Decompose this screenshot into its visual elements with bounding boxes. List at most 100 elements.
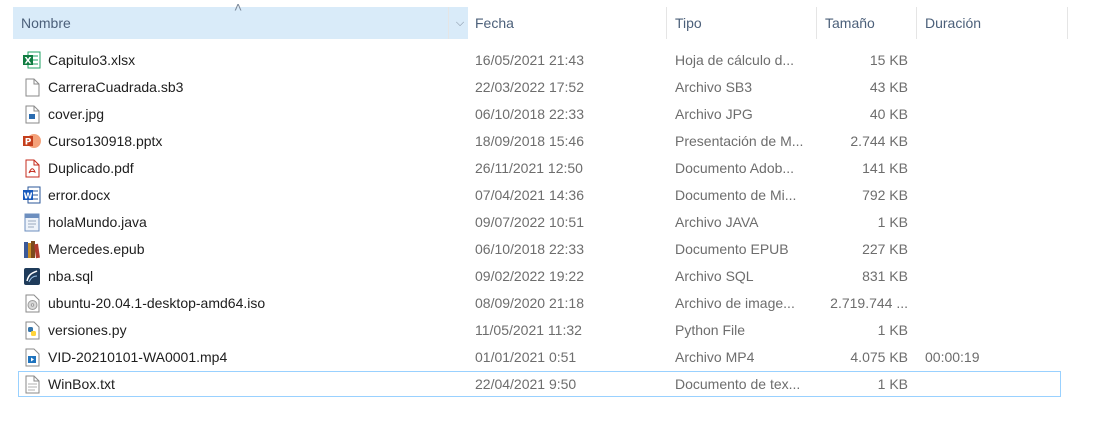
file-type: Archivo JAVA bbox=[675, 214, 759, 230]
file-row[interactable]: cover.jpg 06/10/2018 22:33 Archivo JPG 40 K… bbox=[0, 101, 1111, 128]
file-size: 43 KB bbox=[869, 79, 908, 95]
file-date: 16/05/2021 21:43 bbox=[475, 52, 584, 68]
file-duration bbox=[925, 371, 1055, 398]
file-duration bbox=[925, 128, 1055, 155]
file-list: X Capitulo3.xlsx 16/05/2021 21:43 Hoja de c… bbox=[0, 47, 1111, 398]
column-header-date-label: Fecha bbox=[475, 15, 514, 31]
file-duration bbox=[925, 290, 1055, 317]
file-row[interactable]: CarreraCuadrada.sb3 22/03/2022 17:52 Archi… bbox=[0, 74, 1111, 101]
file-type: Archivo MP4 bbox=[675, 349, 755, 365]
file-duration bbox=[925, 236, 1055, 263]
video-file-icon bbox=[23, 348, 41, 367]
file-date: 22/04/2021 9:50 bbox=[475, 376, 577, 392]
file-date: 09/07/2022 10:51 bbox=[475, 214, 584, 230]
file-type: Archivo JPG bbox=[675, 106, 753, 122]
file-size: 2.744 KB bbox=[850, 133, 908, 149]
file-explorer-details-view: Nombre ˄ ⌵ Fecha Tipo Tamaño Duración XC… bbox=[0, 0, 1111, 424]
file-name: CarreraCuadrada.sb3 bbox=[48, 79, 184, 95]
file-name: VID-20210101-WA0001.mp4 bbox=[48, 349, 228, 365]
file-row[interactable]: versiones.py 11/05/2021 11:32 Python File 1… bbox=[0, 317, 1111, 344]
file-duration bbox=[925, 74, 1055, 101]
python-file-icon bbox=[23, 321, 41, 340]
text-file-icon bbox=[23, 375, 41, 394]
file-type: Documento Adob... bbox=[675, 160, 795, 176]
sql-file-icon bbox=[23, 267, 41, 286]
word-file-icon: W bbox=[23, 186, 41, 205]
column-header-name-label: Nombre bbox=[21, 15, 71, 31]
file-size: 4.075 KB bbox=[850, 349, 908, 365]
svg-text:X: X bbox=[25, 57, 32, 67]
file-type: Presentación de M... bbox=[675, 133, 804, 149]
file-type: Archivo SQL bbox=[675, 268, 754, 284]
svg-text:W: W bbox=[24, 192, 33, 201]
file-type: Documento EPUB bbox=[675, 241, 789, 257]
file-name: Duplicado.pdf bbox=[48, 160, 134, 176]
file-type: Documento de tex... bbox=[675, 376, 801, 392]
file-name: Mercedes.epub bbox=[48, 241, 145, 257]
column-header-type[interactable]: Tipo bbox=[667, 7, 817, 39]
file-row[interactable]: WinBox.txt 22/04/2021 9:50 Documento de te… bbox=[0, 371, 1111, 398]
file-size: 792 KB bbox=[862, 187, 908, 203]
file-size: 40 KB bbox=[869, 106, 908, 122]
file-size: 2.719.744 ... bbox=[830, 295, 908, 311]
file-row[interactable]: ubuntu-20.04.1-desktop-amd64.iso 08/09/20… bbox=[0, 290, 1111, 317]
file-type: Archivo SB3 bbox=[675, 79, 753, 95]
file-duration bbox=[925, 101, 1055, 128]
column-header-bar: Nombre ˄ ⌵ Fecha Tipo Tamaño Duración bbox=[0, 0, 1068, 39]
column-header-date[interactable]: Fecha bbox=[467, 7, 667, 39]
pdf-file-icon bbox=[23, 159, 41, 178]
excel-file-icon: X bbox=[23, 51, 41, 70]
column-header-type-label: Tipo bbox=[675, 15, 702, 31]
file-duration bbox=[925, 263, 1055, 290]
column-header-name[interactable]: Nombre ˄ ⌵ bbox=[13, 0, 468, 39]
column-header-size[interactable]: Tamaño bbox=[817, 7, 917, 39]
file-size: 141 KB bbox=[862, 160, 908, 176]
file-size: 1 KB bbox=[877, 322, 908, 338]
file-duration bbox=[925, 47, 1055, 74]
file-row[interactable]: nba.sql 09/02/2022 19:22 Archivo SQL 831 KB bbox=[0, 263, 1111, 290]
epub-file-icon bbox=[23, 240, 41, 259]
file-size: 227 KB bbox=[862, 241, 908, 257]
file-name: Capitulo3.xlsx bbox=[48, 52, 136, 68]
file-row[interactable]: VID-20210101-WA0001.mp4 01/01/2021 0:51 Ar… bbox=[0, 344, 1111, 371]
file-date: 06/10/2018 22:33 bbox=[475, 241, 584, 257]
file-name: WinBox.txt bbox=[48, 376, 115, 392]
file-size: 1 KB bbox=[877, 376, 908, 392]
file-type: Documento de Mi... bbox=[675, 187, 797, 203]
column-header-size-label: Tamaño bbox=[825, 15, 875, 31]
file-name: ubuntu-20.04.1-desktop-amd64.iso bbox=[48, 295, 266, 311]
generic-file-icon bbox=[23, 78, 41, 97]
file-row[interactable]: Mercedes.epub 06/10/2018 22:33 Documento E… bbox=[0, 236, 1111, 263]
file-row[interactable]: Duplicado.pdf 26/11/2021 12:50 Documento A… bbox=[0, 155, 1111, 182]
image-file-icon bbox=[23, 105, 41, 124]
file-name: error.docx bbox=[48, 187, 111, 203]
file-date: 08/09/2020 21:18 bbox=[475, 295, 584, 311]
file-size: 1 KB bbox=[877, 214, 908, 230]
file-name: nba.sql bbox=[48, 268, 94, 284]
file-date: 07/04/2021 14:36 bbox=[475, 187, 584, 203]
file-name: versiones.py bbox=[48, 322, 127, 338]
file-row[interactable]: Werror.docx 07/04/2021 14:36 Documento de … bbox=[0, 182, 1111, 209]
powerpoint-file-icon: P bbox=[23, 132, 41, 151]
file-date: 22/03/2022 17:52 bbox=[475, 79, 584, 95]
file-duration bbox=[925, 209, 1055, 236]
file-date: 01/01/2021 0:51 bbox=[475, 349, 577, 365]
file-duration bbox=[925, 182, 1055, 209]
file-row[interactable]: P Curso130918.pptx 18/09/2018 15:46 Present… bbox=[0, 128, 1111, 155]
file-name: Curso130918.pptx bbox=[48, 133, 163, 149]
file-date: 18/09/2018 15:46 bbox=[475, 133, 584, 149]
java-file-icon bbox=[23, 213, 41, 232]
column-header-duration[interactable]: Duración bbox=[917, 7, 1068, 39]
file-type: Hoja de cálculo d... bbox=[675, 52, 795, 68]
file-duration: 00:00:19 bbox=[925, 349, 980, 365]
chevron-down-icon[interactable]: ⌵ bbox=[453, 7, 467, 39]
file-duration bbox=[925, 155, 1055, 182]
file-date: 11/05/2021 11:32 bbox=[475, 322, 582, 338]
file-date: 06/10/2018 22:33 bbox=[475, 106, 584, 122]
file-row[interactable]: holaMundo.java 09/07/2022 10:51 Archivo JA… bbox=[0, 209, 1111, 236]
file-duration bbox=[925, 317, 1055, 344]
file-name: cover.jpg bbox=[48, 106, 105, 122]
file-type: Archivo de image... bbox=[675, 295, 795, 311]
sort-ascending-icon: ˄ bbox=[234, 0, 243, 15]
file-row[interactable]: X Capitulo3.xlsx 16/05/2021 21:43 Hoja de c… bbox=[0, 47, 1111, 74]
